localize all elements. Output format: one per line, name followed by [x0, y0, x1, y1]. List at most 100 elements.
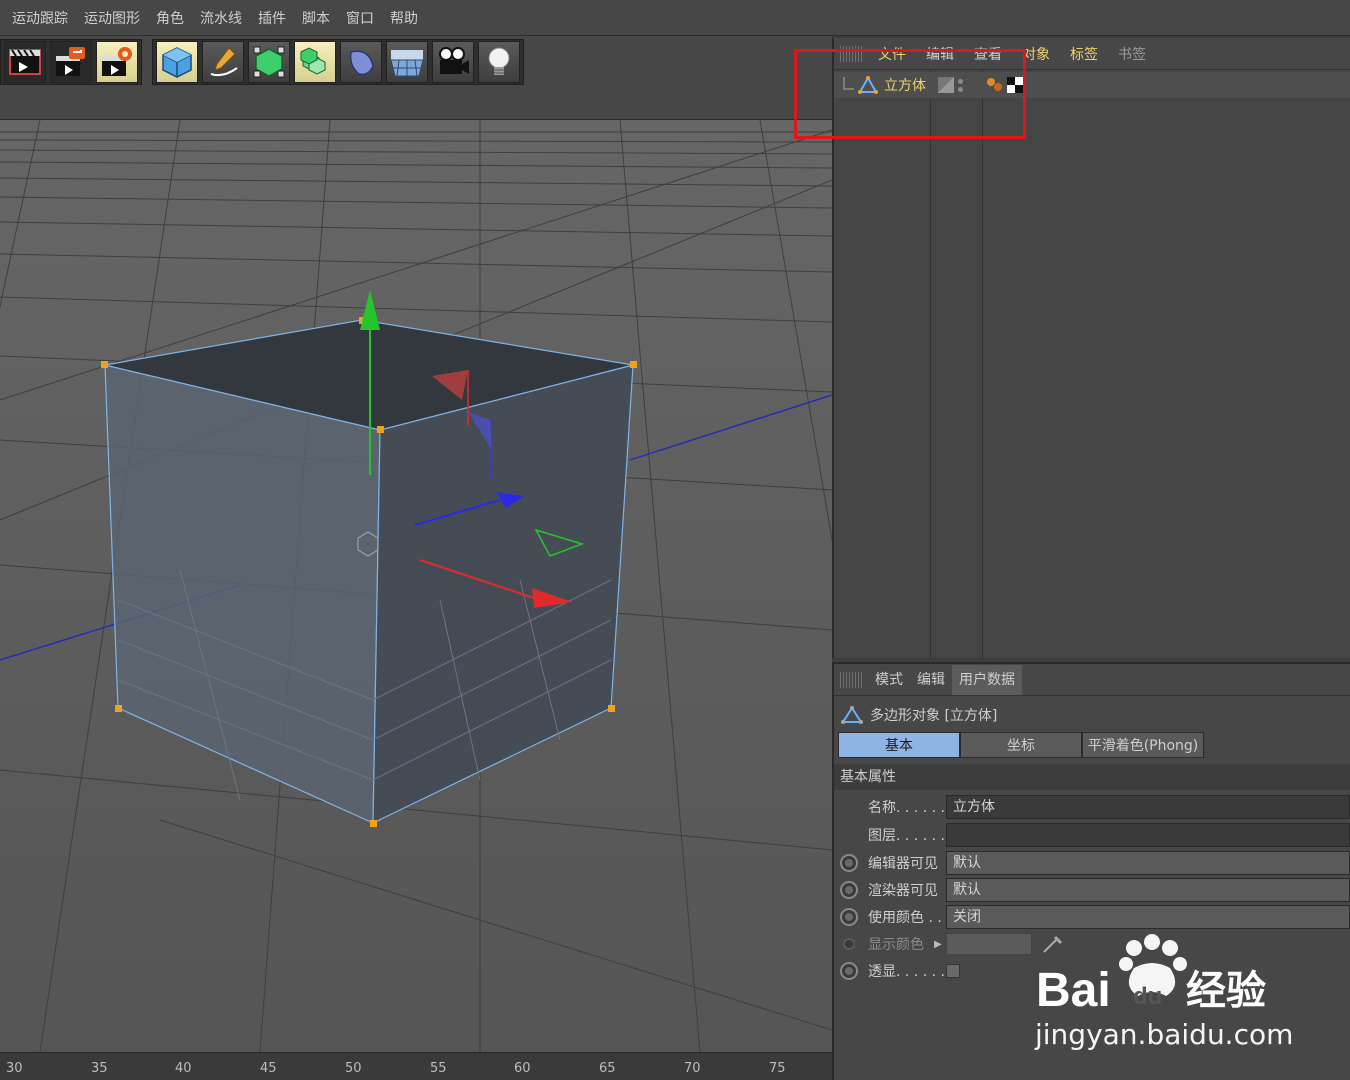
- prop-layer-label: 图层. . . . . .: [868, 828, 945, 844]
- om-menu-edit[interactable]: 编辑: [916, 44, 964, 64]
- material-tag-icon[interactable]: [1007, 77, 1023, 93]
- menu-help[interactable]: 帮助: [382, 8, 426, 28]
- visibility-dots-icon[interactable]: [958, 78, 963, 92]
- cinema4d-app: 运动跟踪 运动图形 角色 流水线 插件 脚本 窗口 帮助 30 35 40 45…: [0, 0, 1350, 1080]
- attribute-title-text: 多边形对象 [立方体]: [870, 708, 998, 724]
- om-menu-objects[interactable]: 对象: [1012, 44, 1060, 64]
- menu-window[interactable]: 窗口: [338, 8, 382, 28]
- light-button[interactable]: [478, 41, 520, 83]
- render-view-icon: [9, 49, 41, 75]
- ruler-tick: 70: [684, 1061, 701, 1076]
- main-toolbar: [0, 36, 832, 88]
- section-header: 基本属性: [834, 764, 1350, 790]
- cube-button[interactable]: [156, 41, 198, 83]
- animate-radio[interactable]: [840, 881, 858, 899]
- om-menu-file[interactable]: 文件: [868, 44, 916, 64]
- ruler-tick: 65: [599, 1061, 616, 1076]
- render-tool-group: [0, 39, 142, 85]
- tree-branch-icon: [843, 77, 854, 90]
- ruler-tick: 40: [175, 1061, 192, 1076]
- om-menu-tags[interactable]: 标签: [1060, 44, 1108, 64]
- om-menu-bookmarks[interactable]: 书签: [1108, 44, 1156, 64]
- prop-editor-visible-row: 编辑器可见 默认: [834, 850, 1350, 876]
- ruler-tick: 75: [769, 1061, 786, 1076]
- menu-mograph[interactable]: 运动图形: [76, 8, 148, 28]
- menu-plugins[interactable]: 插件: [250, 8, 294, 28]
- eyedropper-icon[interactable]: [1040, 934, 1064, 954]
- panel-grip-icon[interactable]: [840, 45, 862, 62]
- animate-radio[interactable]: [840, 962, 858, 980]
- panel-grip-icon[interactable]: [840, 671, 862, 688]
- tab-coordinates[interactable]: 坐标: [960, 732, 1082, 758]
- menu-character[interactable]: 角色: [148, 8, 192, 28]
- render-settings-icon: [102, 47, 132, 76]
- floor-button[interactable]: [386, 41, 428, 83]
- render-picture-icon: [56, 47, 85, 76]
- layer-field[interactable]: [946, 823, 1350, 847]
- layer-swatch-icon[interactable]: [938, 77, 954, 93]
- animate-radio[interactable]: [843, 938, 855, 950]
- object-name-label[interactable]: 立方体: [884, 75, 926, 95]
- object-list[interactable]: 立方体: [834, 70, 1350, 658]
- render-picture-button[interactable]: [50, 41, 92, 83]
- render-view-button[interactable]: [4, 41, 46, 83]
- use-color-dropdown[interactable]: 关闭: [946, 905, 1350, 929]
- phong-tag-icon[interactable]: [985, 76, 1005, 94]
- xray-checkbox[interactable]: [946, 964, 960, 978]
- object-manager-menu: 文件 编辑 查看 对象 标签 书签: [834, 38, 1350, 70]
- light-icon: [488, 47, 510, 75]
- prop-xray-row: 透显. . . . . .: [834, 958, 1350, 984]
- render-settings-button[interactable]: [96, 41, 138, 83]
- prop-name-label: 名称. . . . . .: [868, 800, 945, 816]
- menu-script[interactable]: 脚本: [294, 8, 338, 28]
- am-menu-edit[interactable]: 编辑: [910, 665, 952, 695]
- pen-icon: [210, 47, 238, 77]
- array-button[interactable]: [294, 41, 336, 83]
- camera-button[interactable]: [432, 41, 474, 83]
- camera-icon: [439, 47, 469, 74]
- prop-render-visible-label: 渲染器可见: [868, 883, 938, 899]
- menu-motion-tracking[interactable]: 运动跟踪: [4, 8, 76, 28]
- ruler-tick: 60: [514, 1061, 531, 1076]
- menu-pipeline[interactable]: 流水线: [192, 8, 250, 28]
- om-menu-view[interactable]: 查看: [964, 44, 1012, 64]
- prop-use-color-row: 使用颜色 . . 关闭: [834, 904, 1350, 930]
- ruler-tick: 45: [260, 1061, 277, 1076]
- animate-radio[interactable]: [840, 908, 858, 926]
- subdivision-button[interactable]: [248, 41, 290, 83]
- render-visible-dropdown[interactable]: 默认: [946, 878, 1350, 902]
- object-tool-group: [152, 39, 524, 85]
- tab-basic[interactable]: 基本: [838, 732, 960, 758]
- ruler-tick: 30: [6, 1061, 23, 1076]
- 3d-viewport[interactable]: [0, 120, 832, 1052]
- attribute-title: 多边形对象 [立方体]: [834, 700, 1350, 730]
- viewport-header-bar: [0, 88, 832, 120]
- timeline-ruler[interactable]: 30 35 40 45 50 55 60 65 70 75: [0, 1052, 832, 1080]
- object-manager-panel: 文件 编辑 查看 对象 标签 书签 立方体: [832, 38, 1350, 658]
- prop-layer-row: 图层. . . . . .: [834, 822, 1350, 848]
- deformer-icon: [349, 50, 374, 76]
- expand-arrow-icon[interactable]: ▶: [934, 939, 942, 950]
- prop-name-row: 名称. . . . . . 立方体: [834, 794, 1350, 820]
- prop-use-color-label: 使用颜色 . .: [868, 910, 942, 926]
- watermark-url: jingyan.baidu.com: [1035, 1018, 1294, 1051]
- array-icon: [300, 47, 326, 75]
- column-divider: [982, 70, 983, 658]
- polygon-object-icon: [841, 706, 863, 724]
- am-menu-userdata[interactable]: 用户数据: [952, 664, 1022, 695]
- display-color-swatch[interactable]: [946, 933, 1032, 955]
- ruler-tick: 35: [91, 1061, 108, 1076]
- tab-phong[interactable]: 平滑着色(Phong): [1082, 732, 1204, 758]
- animate-radio[interactable]: [840, 854, 858, 872]
- attribute-tabs: 基本 坐标 平滑着色(Phong): [838, 732, 1204, 758]
- deformer-button[interactable]: [340, 41, 382, 83]
- ruler-tick: 55: [430, 1061, 447, 1076]
- viewport-scene: [0, 120, 832, 1052]
- editor-visible-dropdown[interactable]: 默认: [946, 851, 1350, 875]
- prop-display-color-label: 显示颜色: [868, 937, 924, 953]
- name-field[interactable]: 立方体: [946, 795, 1350, 819]
- am-menu-mode[interactable]: 模式: [868, 665, 910, 695]
- ruler-tick: 50: [345, 1061, 362, 1076]
- object-row-cube[interactable]: 立方体: [834, 72, 1350, 98]
- pen-button[interactable]: [202, 41, 244, 83]
